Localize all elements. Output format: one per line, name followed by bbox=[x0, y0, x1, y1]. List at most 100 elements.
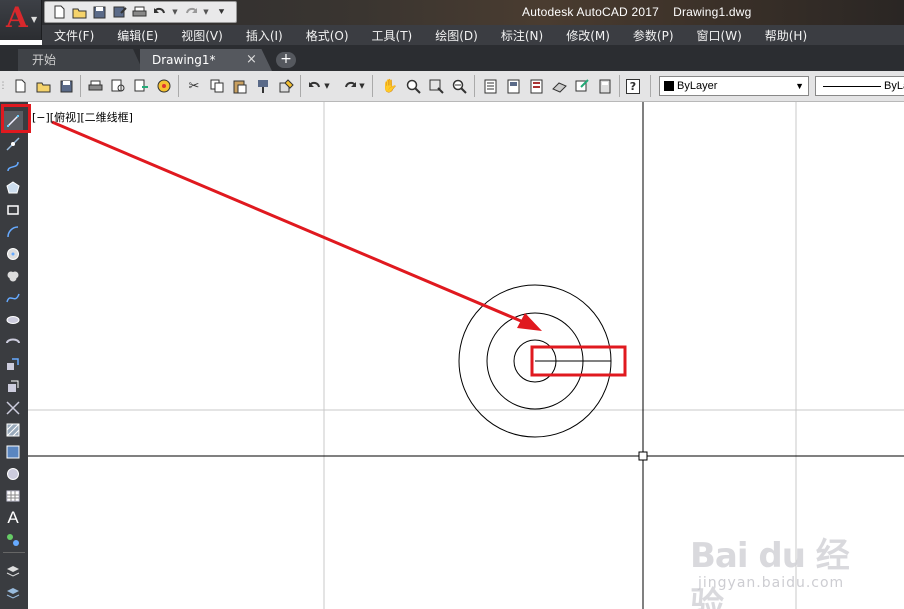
menu-modify[interactable]: 修改(M) bbox=[554, 27, 621, 44]
ellipse-icon[interactable] bbox=[3, 310, 23, 329]
undo-dropdown-icon[interactable]: ▼ bbox=[322, 77, 332, 95]
menu-tools[interactable]: 工具(T) bbox=[360, 27, 424, 44]
toolbar-separator bbox=[300, 75, 301, 97]
polyline-icon[interactable] bbox=[3, 156, 23, 175]
quick-access-toolbar: ▼ ▼ ⯆ bbox=[44, 1, 237, 23]
markup-icon[interactable] bbox=[573, 77, 591, 95]
revision-cloud-icon[interactable] bbox=[3, 266, 23, 285]
annotation-arrow-shaft bbox=[51, 120, 529, 326]
toolbar-separator bbox=[619, 75, 620, 97]
menu-insert[interactable]: 插入(I) bbox=[234, 27, 294, 44]
point-icon[interactable] bbox=[3, 398, 23, 417]
pan-icon[interactable]: ✋ bbox=[381, 77, 399, 95]
save-icon[interactable] bbox=[91, 4, 108, 20]
menu-format[interactable]: 格式(O) bbox=[294, 27, 360, 44]
menu-parametric[interactable]: 参数(P) bbox=[621, 27, 685, 44]
menu-edit[interactable]: 编辑(E) bbox=[105, 27, 169, 44]
chevron-down-icon: ▼ bbox=[31, 15, 38, 24]
arc-icon[interactable] bbox=[3, 222, 23, 241]
zoom-previous-icon[interactable] bbox=[450, 77, 468, 95]
toolbar-separator bbox=[3, 552, 25, 553]
toolbar-grip-icon[interactable]: ⋮ bbox=[0, 77, 8, 95]
add-selected-icon[interactable] bbox=[3, 530, 23, 549]
linetype-select[interactable]: ByLa bbox=[815, 76, 904, 96]
redo-dropdown-icon[interactable]: ▼ bbox=[202, 8, 210, 16]
toolbar-separator bbox=[178, 75, 179, 97]
application-menu-button[interactable]: A ▼ bbox=[0, 0, 42, 40]
saveas-icon[interactable] bbox=[111, 4, 128, 20]
region-icon[interactable] bbox=[3, 464, 23, 483]
layers-icon[interactable] bbox=[3, 561, 23, 580]
new-tab-button[interactable]: + bbox=[276, 52, 296, 68]
spline-icon[interactable] bbox=[3, 288, 23, 307]
open-icon[interactable] bbox=[71, 4, 88, 20]
print-icon[interactable] bbox=[131, 4, 148, 20]
new-icon[interactable] bbox=[51, 4, 68, 20]
insert-block-icon[interactable] bbox=[3, 354, 23, 373]
tool-palettes-icon[interactable] bbox=[527, 77, 545, 95]
redo-icon[interactable] bbox=[182, 4, 199, 20]
tab-start-label: 开始 bbox=[32, 53, 57, 67]
color-select-value: ByLayer bbox=[677, 80, 718, 92]
gradient-icon[interactable] bbox=[3, 442, 23, 461]
toolbar-separator bbox=[474, 75, 475, 97]
design-web-icon[interactable] bbox=[155, 77, 173, 95]
zoom-realtime-icon[interactable] bbox=[404, 77, 422, 95]
tab-drawing1-label: Drawing1* bbox=[152, 53, 216, 67]
mtext-icon[interactable]: A bbox=[3, 508, 23, 527]
design-center-icon[interactable] bbox=[504, 77, 522, 95]
linetype-select-value: ByLa bbox=[884, 80, 904, 92]
watermark-url: jingyan.baidu.com bbox=[698, 575, 845, 591]
chevron-down-icon: ▼ bbox=[795, 81, 804, 91]
make-block-icon[interactable] bbox=[3, 376, 23, 395]
pickbox-cursor bbox=[638, 451, 648, 461]
color-select[interactable]: ByLayer ▼ bbox=[659, 76, 809, 96]
menu-view[interactable]: 视图(V) bbox=[169, 27, 234, 44]
sheet-set-icon[interactable] bbox=[550, 77, 568, 95]
layer-states-icon[interactable] bbox=[3, 583, 23, 602]
redo-dropdown-icon[interactable]: ▼ bbox=[357, 77, 367, 95]
tab-start[interactable]: 开始 bbox=[18, 49, 143, 71]
watermark-brand: Bai du 经验 bbox=[690, 536, 850, 609]
open-icon[interactable] bbox=[34, 77, 52, 95]
properties-icon[interactable] bbox=[481, 77, 499, 95]
quickcalc-icon[interactable] bbox=[596, 77, 614, 95]
menu-draw[interactable]: 绘图(D) bbox=[423, 27, 489, 44]
table-icon[interactable] bbox=[3, 486, 23, 505]
baidu-watermark: Bai du 经验 jingyan.baidu.com bbox=[690, 520, 880, 609]
plot-preview-icon[interactable] bbox=[109, 77, 127, 95]
menu-help[interactable]: 帮助(H) bbox=[753, 27, 818, 44]
circle-icon[interactable] bbox=[3, 244, 23, 263]
rectangle-icon[interactable] bbox=[3, 200, 23, 219]
linetype-preview bbox=[823, 86, 881, 87]
cut-icon[interactable]: ✂ bbox=[185, 77, 203, 95]
block-editor-icon[interactable] bbox=[277, 77, 295, 95]
line-tool-highlight-box bbox=[1, 104, 31, 133]
construction-line-icon[interactable] bbox=[3, 134, 23, 153]
new-icon[interactable] bbox=[11, 77, 29, 95]
viewport-controls-label[interactable]: [−][俯视][二维线框] bbox=[32, 109, 133, 125]
close-icon[interactable]: × bbox=[246, 49, 257, 71]
menu-file[interactable]: 文件(F) bbox=[42, 27, 105, 44]
paste-icon[interactable] bbox=[231, 77, 249, 95]
zoom-window-icon[interactable] bbox=[427, 77, 445, 95]
standard-toolbar: ⋮ ✂ ▼ ▼ ✋ ? ByLayer ▼ ByLa bbox=[0, 71, 904, 102]
undo-dropdown-icon[interactable]: ▼ bbox=[171, 8, 179, 16]
undo-icon[interactable] bbox=[151, 4, 168, 20]
copy-icon[interactable] bbox=[208, 77, 226, 95]
menu-window[interactable]: 窗口(W) bbox=[685, 27, 753, 44]
draw-toolbar: A bbox=[0, 102, 28, 609]
publish-icon[interactable] bbox=[132, 77, 150, 95]
ellipse-arc-icon[interactable] bbox=[3, 332, 23, 351]
menu-dimension[interactable]: 标注(N) bbox=[489, 27, 554, 44]
polygon-icon[interactable] bbox=[3, 178, 23, 197]
toolbar-separator bbox=[80, 75, 81, 97]
help-icon[interactable]: ? bbox=[626, 79, 640, 94]
annotation-arrow-head bbox=[517, 313, 542, 331]
plot-icon[interactable] bbox=[86, 77, 104, 95]
customize-icon[interactable]: ⯆ bbox=[213, 4, 230, 20]
hatch-icon[interactable] bbox=[3, 420, 23, 439]
tab-drawing1[interactable]: Drawing1* × bbox=[140, 49, 272, 71]
match-properties-icon[interactable] bbox=[254, 77, 272, 95]
save-icon[interactable] bbox=[57, 77, 75, 95]
